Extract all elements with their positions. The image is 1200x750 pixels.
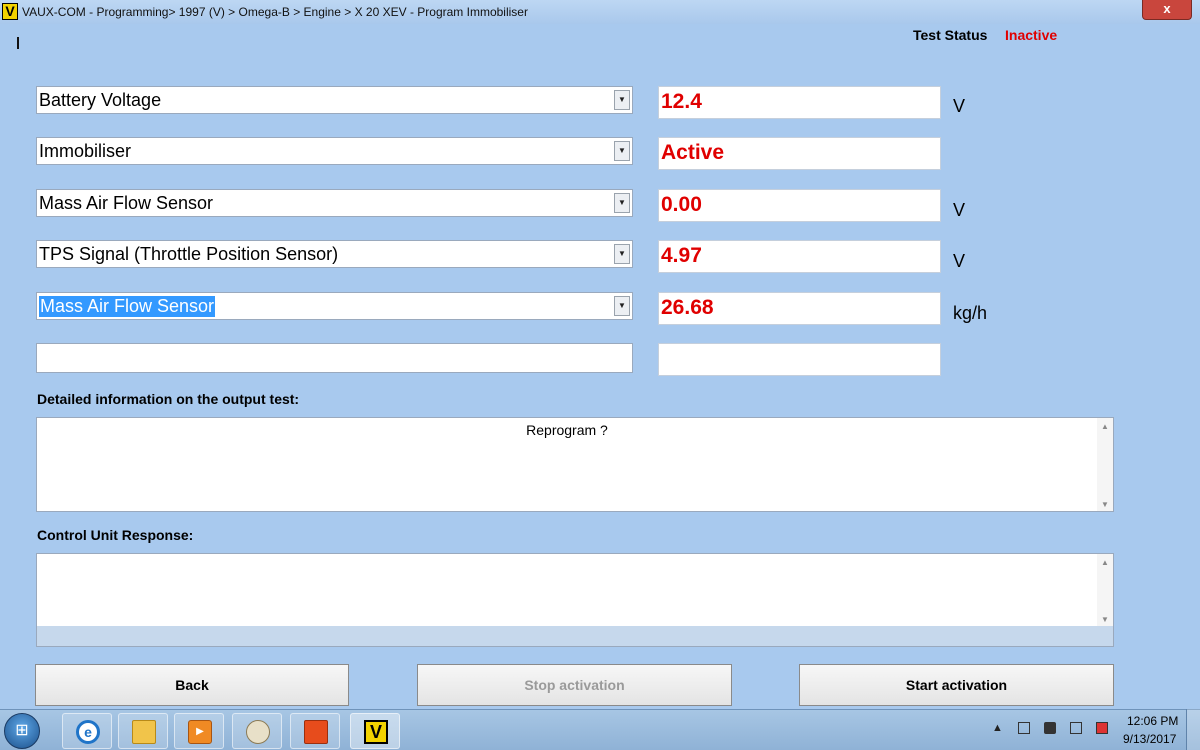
media-player-icon: ▶ bbox=[188, 720, 212, 744]
parameter-select-5[interactable]: Mass Air Flow Sensor ▼ bbox=[36, 292, 633, 320]
taskbar-paint[interactable] bbox=[232, 713, 282, 749]
scroll-down-icon[interactable]: ▼ bbox=[1097, 615, 1113, 624]
value-text: 12.4 bbox=[661, 90, 702, 113]
response-textarea[interactable]: ▲ ▼ bbox=[36, 553, 1114, 647]
parameter-value-5: 26.68 bbox=[658, 292, 941, 325]
taskbar-media-player[interactable]: ▶ bbox=[174, 713, 224, 749]
dropdown-arrow-icon[interactable]: ▼ bbox=[614, 141, 630, 161]
response-label: Control Unit Response: bbox=[37, 527, 194, 543]
windows-logo-icon: ⊞ bbox=[15, 722, 29, 739]
close-button[interactable]: x bbox=[1142, 0, 1192, 20]
parameter-select-value: Mass Air Flow Sensor bbox=[39, 193, 214, 213]
value-text: Active bbox=[661, 141, 725, 164]
dropdown-arrow-icon[interactable]: ▼ bbox=[614, 193, 630, 213]
parameter-value-4: 4.97 bbox=[658, 240, 941, 273]
clock-time[interactable]: 12:06 PM bbox=[1127, 714, 1178, 728]
details-label: Detailed information on the output test: bbox=[37, 391, 300, 407]
window-title: VAUX-COM - Programming> 1997 (V) > Omega… bbox=[22, 5, 528, 19]
text-cursor bbox=[17, 37, 19, 49]
close-icon: x bbox=[1163, 1, 1171, 16]
clock-date[interactable]: 9/13/2017 bbox=[1123, 732, 1176, 746]
response-scrollbar[interactable]: ▲ ▼ bbox=[1097, 554, 1113, 626]
vaux-com-logo-icon: V bbox=[2, 3, 18, 20]
value-text: 26.68 bbox=[661, 296, 714, 319]
unit-label-3: V bbox=[953, 200, 966, 220]
parameter-value-3: 0.00 bbox=[658, 189, 941, 222]
parameter-value-1: 12.4 bbox=[658, 86, 941, 119]
taskbar-vaux-com[interactable]: V bbox=[350, 713, 400, 749]
value-text: 4.97 bbox=[661, 244, 702, 267]
office-icon bbox=[304, 720, 328, 744]
dropdown-arrow-icon[interactable]: ▼ bbox=[614, 296, 630, 316]
scroll-down-icon[interactable]: ▼ bbox=[1097, 500, 1113, 509]
volume-icon[interactable] bbox=[1044, 722, 1056, 734]
unit-label-4: V bbox=[953, 251, 966, 271]
parameter-select-2[interactable]: Immobiliser ▼ bbox=[36, 137, 633, 165]
scroll-up-icon[interactable]: ▲ bbox=[1097, 558, 1113, 567]
test-status-value: Inactive bbox=[1005, 27, 1058, 43]
taskbar-office[interactable] bbox=[290, 713, 340, 749]
parameter-value-2: Active bbox=[658, 137, 941, 170]
paint-icon bbox=[246, 720, 270, 744]
internet-explorer-icon: e bbox=[76, 720, 100, 744]
parameter-select-value: Immobiliser bbox=[39, 141, 132, 161]
taskbar-explorer[interactable] bbox=[118, 713, 168, 749]
dropdown-arrow-icon[interactable]: ▼ bbox=[614, 244, 630, 264]
start-activation-button[interactable]: Start activation bbox=[799, 664, 1114, 706]
parameter-select-value: Mass Air Flow Sensor bbox=[39, 296, 216, 317]
details-scrollbar[interactable]: ▲ ▼ bbox=[1097, 418, 1113, 511]
start-button[interactable]: ⊞ bbox=[4, 713, 40, 749]
action-center-icon[interactable] bbox=[1070, 722, 1082, 734]
unit-label-5: kg/h bbox=[953, 303, 988, 323]
value-text: 0.00 bbox=[661, 193, 702, 216]
details-text: Reprogram ? bbox=[526, 422, 608, 438]
tray-expand-icon[interactable]: ▲ bbox=[992, 722, 1003, 734]
network-icon[interactable] bbox=[1018, 722, 1030, 734]
stop-activation-button[interactable]: Stop activation bbox=[417, 664, 732, 706]
folder-icon bbox=[132, 720, 156, 744]
vaux-com-icon: V bbox=[364, 720, 388, 744]
parameter-select-6[interactable] bbox=[36, 343, 633, 373]
power-icon[interactable] bbox=[1096, 722, 1108, 734]
test-status-label: Test Status bbox=[913, 27, 988, 43]
unit-label-1: V bbox=[953, 96, 966, 116]
back-button[interactable]: Back bbox=[35, 664, 349, 706]
title-bar: V VAUX-COM - Programming> 1997 (V) > Ome… bbox=[0, 0, 1200, 24]
parameter-select-value: TPS Signal (Throttle Position Sensor) bbox=[39, 244, 339, 264]
parameter-value-6 bbox=[658, 343, 941, 376]
parameter-select-3[interactable]: Mass Air Flow Sensor ▼ bbox=[36, 189, 633, 217]
show-desktop-button[interactable] bbox=[1186, 709, 1200, 750]
scroll-up-icon[interactable]: ▲ bbox=[1097, 422, 1113, 431]
parameter-select-1[interactable]: Battery Voltage ▼ bbox=[36, 86, 633, 114]
dropdown-arrow-icon[interactable]: ▼ bbox=[614, 90, 630, 110]
parameter-select-value: Battery Voltage bbox=[39, 90, 162, 110]
details-textarea[interactable]: Reprogram ? ▲ ▼ bbox=[36, 417, 1114, 512]
taskbar-ie[interactable]: e bbox=[62, 713, 112, 749]
parameter-select-4[interactable]: TPS Signal (Throttle Position Sensor) ▼ bbox=[36, 240, 633, 268]
